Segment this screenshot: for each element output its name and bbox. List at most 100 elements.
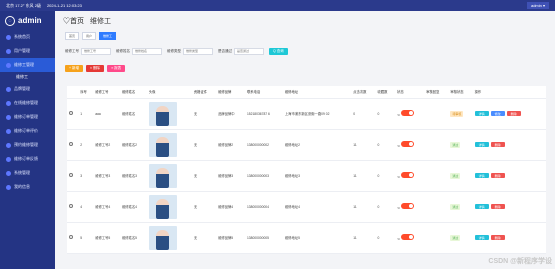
type-input[interactable] — [183, 47, 213, 55]
column-header: 收藏数 — [375, 86, 396, 99]
column-header: 点击次数 — [351, 86, 376, 99]
cell-name: 维修姓名3 — [120, 160, 147, 192]
sidebar-label: 系统首页 — [14, 34, 30, 39]
cell-brand: 维修品牌5 — [216, 222, 245, 254]
add-button[interactable]: + 新增 — [65, 64, 84, 72]
home-breadcrumb[interactable]: ♡首页 — [63, 16, 84, 26]
row-checkbox[interactable] — [69, 204, 73, 208]
field-pass-label: 是否通过 — [218, 48, 232, 53]
op-remove-button[interactable]: 删除 — [490, 173, 505, 178]
feedback-icon — [6, 156, 11, 162]
row-actions: 详情 删除 — [474, 173, 523, 178]
avatar — [148, 225, 177, 250]
sidebar-item-8[interactable]: 预约维修管理 — [0, 138, 55, 152]
op-info-button[interactable]: 详情 — [474, 204, 489, 209]
cell-clicks: 11 — [351, 160, 376, 192]
column-header: 维修姓名 — [120, 86, 147, 99]
share-icon: ⋖ — [397, 113, 400, 117]
profile-icon — [6, 184, 11, 190]
cell-addr: 上海市浦东新区张衡一路09 02 — [282, 98, 352, 130]
main-content: ♡首页 维修工 首页 用户 维修工 维修工号 维修姓名 维修类型 是否通过 Q … — [55, 11, 555, 269]
cell-code: 维修工号4 — [93, 191, 120, 223]
cell-brand: 品牌品牌中 — [216, 98, 245, 130]
row-checkbox[interactable] — [69, 235, 73, 239]
cell-clicks: 11 — [351, 191, 376, 223]
page-title: 维修工 — [90, 18, 111, 25]
row-checkbox[interactable] — [69, 111, 73, 115]
table-row: 4 维修工号4 维修姓名4 无维修品牌4 138000000004 维修地址4 11 0 ⋖ 通… — [67, 191, 546, 223]
tab-maintainer[interactable]: 维修工 — [99, 32, 117, 40]
star-icon — [6, 128, 11, 134]
cell-reply — [424, 191, 449, 223]
cell-cert: 无 — [191, 129, 217, 161]
op-info-button[interactable]: 详情 — [474, 111, 489, 116]
delete-button[interactable]: × 删除 — [86, 64, 105, 72]
search-bar: 维修工号 维修姓名 维修类型 是否通过 Q 查询 — [55, 41, 555, 61]
column-header: 维修地址 — [282, 86, 352, 99]
sidebar-subitem-maintainer[interactable]: 维修工 — [0, 72, 55, 82]
sidebar-item-6[interactable]: 维修订单管理 — [0, 110, 55, 124]
field-pass: 是否通过 — [218, 47, 264, 55]
op-remove-button[interactable]: 删除 — [490, 235, 505, 240]
avatar — [148, 132, 177, 157]
settings-icon — [6, 170, 11, 176]
sidebar-item-7[interactable]: 维修订单评价 — [0, 124, 55, 138]
field-type-label: 维修类型 — [167, 48, 181, 53]
sidebar-item-5[interactable]: 在线维修管理 — [0, 96, 55, 110]
user-icon — [6, 48, 11, 54]
sidebar-item-10[interactable]: 系统管理 — [0, 166, 55, 180]
tab-home[interactable]: 首页 — [65, 32, 80, 40]
status-toggle[interactable] — [400, 172, 414, 178]
column-header: 维修品牌 — [216, 86, 245, 99]
sidebar-item-1[interactable]: 用户管理 — [0, 44, 55, 58]
op-remove-button[interactable]: 删除 — [490, 204, 505, 209]
status-toggle[interactable] — [400, 203, 414, 209]
weather-text: 北京 17.2° 东风 2级 — [6, 2, 41, 8]
column-header: 审核状态 — [448, 86, 473, 99]
cell-phone: 138000000002 — [244, 129, 283, 161]
cell-id: 5 — [78, 222, 94, 254]
row-checkbox[interactable] — [69, 142, 73, 146]
export-button[interactable]: ≡ 报表 — [107, 64, 126, 72]
op-remove-button[interactable]: 删除 — [490, 142, 505, 147]
op-info-button[interactable]: 详情 — [474, 142, 489, 147]
sidebar-item-9[interactable]: 维修订单反馈 — [0, 152, 55, 166]
sidebar-item-4[interactable]: 品牌管理 — [0, 82, 55, 96]
pass-input[interactable] — [234, 47, 264, 55]
op-remove-button[interactable]: 删除 — [506, 111, 521, 116]
avatar — [148, 101, 177, 126]
op-info-button[interactable]: 详情 — [474, 235, 489, 240]
search-button[interactable]: Q 查询 — [269, 47, 288, 55]
sidebar-item-0[interactable]: 系统首页 — [0, 30, 55, 44]
cell-name: 维修姓名2 — [120, 129, 147, 161]
share-icon: ⋖ — [397, 237, 400, 241]
name-input[interactable] — [132, 47, 162, 55]
row-checkbox[interactable] — [69, 173, 73, 177]
cell-reply — [424, 98, 449, 130]
status-toggle[interactable] — [400, 141, 414, 147]
field-code-label: 维修工号 — [65, 48, 79, 53]
column-header: 头像 — [146, 86, 192, 99]
column-header: 序号 — [78, 86, 94, 99]
op-edit-button[interactable]: 修改 — [490, 111, 505, 116]
code-input[interactable] — [81, 47, 111, 55]
cell-name: 维修姓名4 — [120, 191, 147, 223]
column-header: 联系电话 — [244, 86, 283, 99]
sidebar-label: 品牌管理 — [14, 86, 30, 91]
sidebar-item-2[interactable]: 维修工管理 — [0, 58, 55, 72]
home-icon — [6, 34, 11, 40]
column-header: 资格证件 — [191, 86, 217, 99]
wrench-icon — [6, 62, 11, 68]
status-toggle[interactable] — [400, 234, 414, 240]
tab-user[interactable]: 用户 — [82, 32, 97, 40]
datetime-text: 2024-1-21 12:03:23 — [46, 3, 82, 8]
field-code: 维修工号 — [65, 47, 111, 55]
share-icon: ⋖ — [397, 175, 400, 179]
list-icon — [6, 114, 11, 120]
op-info-button[interactable]: 详情 — [474, 173, 489, 178]
cell-name: 维修姓名5 — [120, 222, 147, 254]
cell-cert: 无 — [191, 222, 217, 254]
sidebar-item-11[interactable]: 我的信息 — [0, 180, 55, 194]
user-menu[interactable]: admin ▾ — [526, 2, 549, 9]
status-toggle[interactable] — [400, 110, 414, 116]
